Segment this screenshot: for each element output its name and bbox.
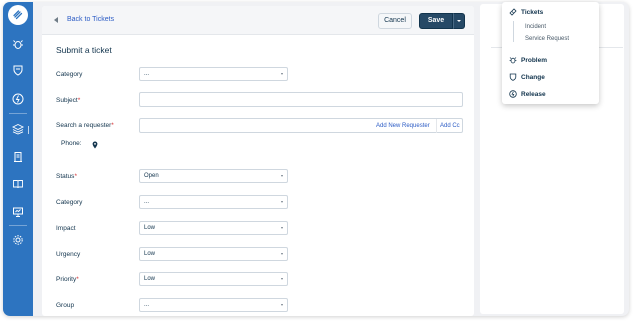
- ticket-form-panel: Back to Tickets Cancel Save Submit a tic…: [42, 6, 474, 316]
- bolt-icon[interactable]: [10, 91, 26, 107]
- location-pin-icon: [92, 141, 98, 149]
- bug-icon: [509, 57, 517, 64]
- menu-item-change[interactable]: Change: [521, 74, 545, 81]
- gear-icon[interactable]: [10, 232, 26, 248]
- priority-label: Priority*: [56, 276, 79, 283]
- impact-select[interactable]: Low: [139, 221, 288, 235]
- phone-label: Phone:: [61, 140, 82, 147]
- layers-icon[interactable]: [10, 121, 26, 137]
- save-button[interactable]: Save: [419, 13, 453, 29]
- subject-label-text: Subject: [56, 97, 78, 104]
- status-select[interactable]: Open: [139, 169, 288, 183]
- requester-label: Search a requester*: [56, 122, 114, 129]
- logo-icon[interactable]: [8, 5, 28, 25]
- new-item-dropdown-menu: Tickets Incident Service Request Problem…: [502, 2, 599, 104]
- book-icon[interactable]: [10, 176, 26, 192]
- urgency-label: Urgency: [56, 251, 81, 258]
- group-label: Group: [56, 302, 75, 309]
- shield-icon: [509, 73, 517, 81]
- menu-item-problem[interactable]: Problem: [521, 57, 547, 64]
- presentation-icon[interactable]: [10, 204, 26, 220]
- required-mark: *: [111, 122, 114, 129]
- urgency-select[interactable]: Low: [139, 247, 288, 261]
- menu-item-service-request[interactable]: Service Request: [525, 36, 569, 42]
- sidebar-divider: [9, 225, 27, 226]
- required-mark: *: [77, 97, 81, 104]
- impact-label: Impact: [56, 225, 76, 232]
- menu-item-release[interactable]: Release: [521, 91, 546, 98]
- required-mark: *: [76, 276, 79, 283]
- add-cc-link[interactable]: Add Cc: [436, 119, 462, 133]
- sidebar: [3, 2, 33, 316]
- menu-tree-line: [513, 21, 514, 42]
- active-indicator: [28, 126, 29, 134]
- save-options-dropdown-button[interactable]: [453, 13, 465, 29]
- status-label-text: Status: [56, 173, 75, 180]
- ticket-icon: [509, 8, 517, 16]
- bolt-icon: [509, 90, 517, 98]
- status-label: Status*: [56, 173, 77, 180]
- sidebar-divider: [9, 113, 27, 114]
- bug-icon[interactable]: [10, 36, 26, 52]
- subject-input[interactable]: [139, 92, 463, 107]
- cancel-button[interactable]: Cancel: [378, 13, 412, 29]
- add-new-requester-link[interactable]: Add New Requester: [376, 123, 430, 129]
- shield-icon[interactable]: [10, 62, 26, 78]
- back-to-tickets-link[interactable]: Back to Tickets: [67, 16, 114, 23]
- category-select-secondary[interactable]: ...: [139, 195, 288, 209]
- requester-label-text: Search a requester: [56, 122, 112, 129]
- menu-item-incident[interactable]: Incident: [525, 24, 546, 30]
- priority-label-text: Priority: [56, 276, 77, 283]
- form-toolbar: Back to Tickets Cancel Save: [42, 6, 474, 35]
- required-mark: *: [74, 173, 77, 180]
- subject-label: Subject*: [56, 97, 80, 104]
- category-label: Category: [56, 71, 83, 78]
- group-select[interactable]: ...: [139, 298, 288, 312]
- page-title: Submit a ticket: [56, 45, 112, 55]
- priority-select[interactable]: Low: [139, 272, 288, 286]
- back-arrow-icon[interactable]: [54, 17, 58, 23]
- category-label-secondary: Category: [56, 199, 83, 206]
- menu-item-tickets[interactable]: Tickets: [521, 9, 543, 16]
- category-select[interactable]: ...: [139, 67, 288, 81]
- document-icon[interactable]: [10, 149, 26, 165]
